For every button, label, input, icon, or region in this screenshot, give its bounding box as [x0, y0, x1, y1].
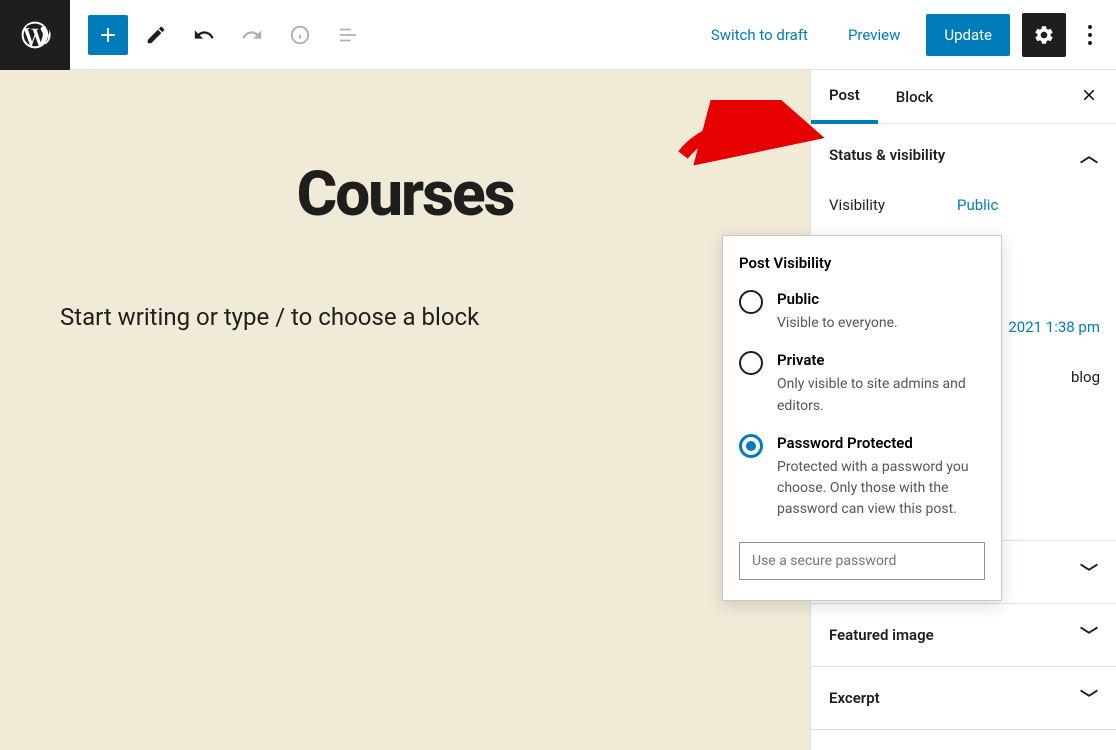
- option-desc: Protected with a password you choose. On…: [777, 459, 969, 518]
- redo-button[interactable]: [232, 15, 272, 55]
- gear-icon: [1033, 24, 1055, 46]
- visibility-popover: Post Visibility Public Visible to everyo…: [722, 235, 1002, 601]
- panel-title: Featured image: [829, 626, 934, 644]
- tab-block[interactable]: Block: [878, 70, 951, 124]
- radio-icon: [739, 290, 763, 314]
- visibility-option-password[interactable]: Password Protected Protected with a pass…: [739, 434, 985, 520]
- undo-icon: [193, 24, 215, 46]
- visibility-field: Visibility Public: [829, 186, 1098, 224]
- block-placeholder[interactable]: Start writing or type / to choose a bloc…: [60, 303, 750, 331]
- radio-icon-selected: [739, 434, 763, 458]
- option-desc: Visible to everyone.: [777, 315, 898, 331]
- wordpress-icon: [19, 19, 51, 51]
- option-desc: Only visible to site admins and editors.: [777, 376, 966, 413]
- close-sidebar-button[interactable]: [1062, 85, 1116, 109]
- panel-title: Excerpt: [829, 689, 880, 707]
- preview-button[interactable]: Preview: [834, 16, 914, 54]
- toolbar-right-group: Switch to draft Preview Update: [697, 13, 1116, 57]
- option-label: Private: [777, 351, 985, 369]
- visibility-value[interactable]: Public: [957, 196, 998, 214]
- panel-header-featured[interactable]: Featured image ﹀: [811, 604, 1116, 666]
- info-button[interactable]: [280, 15, 320, 55]
- outline-button[interactable]: [328, 15, 368, 55]
- visibility-option-private[interactable]: Private Only visible to site admins and …: [739, 351, 985, 416]
- undo-button[interactable]: [184, 15, 224, 55]
- chevron-down-icon: ﹀: [1080, 559, 1098, 585]
- visibility-option-public[interactable]: Public Visible to everyone.: [739, 290, 985, 333]
- panel-header-status[interactable]: Status & visibility ︿: [811, 124, 1116, 186]
- close-icon: [1080, 86, 1098, 104]
- panel-excerpt: Excerpt ﹀: [811, 667, 1116, 730]
- switch-draft-button[interactable]: Switch to draft: [697, 16, 822, 54]
- add-block-button[interactable]: [88, 15, 128, 55]
- outline-icon: [337, 24, 359, 46]
- chevron-down-icon: ﹀: [1080, 685, 1098, 711]
- redo-icon: [241, 24, 263, 46]
- more-vertical-icon: [1087, 24, 1093, 46]
- panel-header-excerpt[interactable]: Excerpt ﹀: [811, 667, 1116, 729]
- popover-title: Post Visibility: [739, 254, 985, 272]
- sidebar-tabs: Post Block: [811, 70, 1116, 124]
- info-icon: [289, 24, 311, 46]
- update-button[interactable]: Update: [926, 14, 1010, 56]
- edit-mode-button[interactable]: [136, 15, 176, 55]
- editor-canvas[interactable]: Courses Start writing or type / to choos…: [0, 70, 810, 750]
- chevron-up-icon: ︿: [1080, 142, 1098, 168]
- visibility-label: Visibility: [829, 196, 957, 214]
- radio-icon: [739, 351, 763, 375]
- pencil-icon: [145, 24, 167, 46]
- option-label: Password Protected: [777, 434, 985, 452]
- publish-date-value[interactable]: 2021 1:38 pm: [1008, 318, 1100, 336]
- post-format-value: blog: [1071, 368, 1100, 386]
- panel-title: Status & visibility: [829, 146, 945, 164]
- settings-button[interactable]: [1022, 13, 1066, 57]
- password-input[interactable]: [739, 542, 985, 580]
- more-menu-button[interactable]: [1078, 13, 1102, 57]
- editor-toolbar: Switch to draft Preview Update: [0, 0, 1116, 70]
- plus-icon: [96, 23, 120, 47]
- tab-post[interactable]: Post: [811, 70, 878, 124]
- option-label: Public: [777, 290, 898, 308]
- toolbar-left-group: [70, 15, 368, 55]
- panel-featured-image: Featured image ﹀: [811, 604, 1116, 667]
- wordpress-logo[interactable]: [0, 0, 70, 70]
- chevron-down-icon: ﹀: [1080, 622, 1098, 648]
- page-title[interactable]: Courses: [60, 158, 750, 231]
